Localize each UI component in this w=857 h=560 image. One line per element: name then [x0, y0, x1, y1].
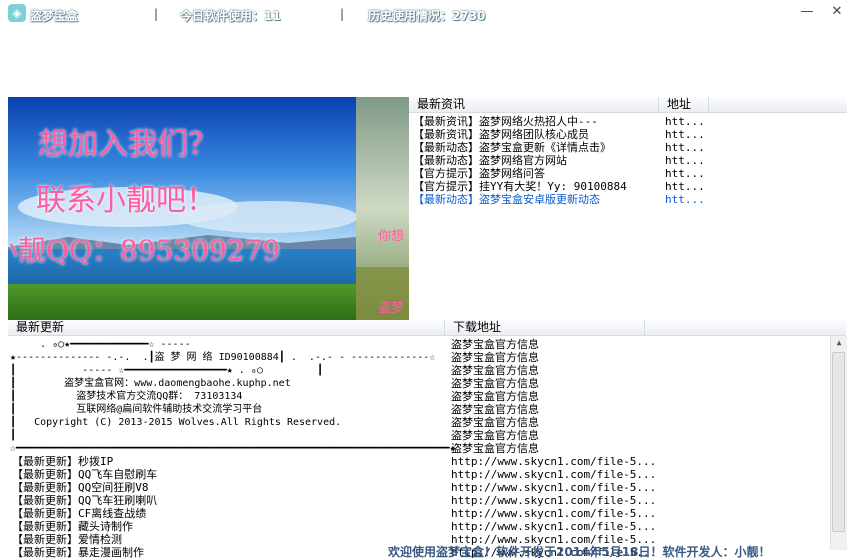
news-row-title[interactable]: 【官方提示】盗梦网络问答	[413, 167, 545, 180]
banner-art-line: ┃ 盗梦宝盒官网：www.daomengbaohe.kuphp.net	[10, 378, 291, 389]
banner2-text: 你想	[378, 229, 405, 244]
update-row-url[interactable]: http://www.skycn1.com/file-5...	[451, 455, 656, 468]
news-row-title[interactable]: 【最新资讯】盗梦网络火热招人中---	[413, 115, 598, 128]
news-row-addr[interactable]: htt...	[665, 141, 705, 154]
news-row-title[interactable]: 【官方提示】挂YY有大奖！Yy: 90100884	[413, 180, 627, 193]
update-row-title[interactable]: 【最新更新】CF离线查战绩	[12, 507, 146, 520]
news-list-header: 最新资讯 地址	[409, 97, 847, 113]
banner-text-line1: 想加入我们？	[38, 127, 218, 162]
art-link[interactable]: 盗梦宝盒官方信息	[451, 351, 539, 364]
updates-col-url[interactable]: 下载地址	[445, 320, 645, 335]
updates-list-header: 最新更新 下载地址	[8, 320, 846, 336]
art-link[interactable]: 盗梦宝盒官方信息	[451, 429, 539, 442]
art-link[interactable]: 盗梦宝盒官方信息	[451, 403, 539, 416]
banner-art-line: . ₀○★━━━━━━━━━━━━━☆ -----	[10, 339, 191, 350]
news-list[interactable]: 最新资讯 地址 【最新资讯】盗梦网络火热招人中--- htt... 【最新资讯】盗梦…	[409, 97, 847, 320]
update-row-url[interactable]: http://www.skycn1.com/file-5...	[451, 481, 656, 494]
news-row-addr[interactable]: htt...	[665, 128, 705, 141]
title-separator-2: |	[340, 7, 345, 21]
art-link[interactable]: 盗梦宝盒官方信息	[451, 442, 539, 455]
news-row-addr[interactable]: htt...	[665, 180, 705, 193]
news-row-addr[interactable]: htt...	[665, 154, 705, 167]
banner-art-line: ┃ 互联网络@扁间软件辅助技术交流学习平台	[10, 404, 263, 415]
banner2-graphic	[356, 97, 409, 320]
art-link[interactable]: 盗梦宝盒官方信息	[451, 364, 539, 377]
update-row-url[interactable]: http://www.skycn1.com/file-5...	[451, 494, 656, 507]
news-row-addr[interactable]: htt...	[665, 167, 705, 180]
art-link[interactable]: 盗梦宝盒官方信息	[451, 338, 539, 351]
banner-art-line: ┃ ----- ☆━━━━━━━━━━━━━━━━━★ . ₀○ ┃	[10, 365, 324, 376]
scroll-up-icon[interactable]: ▲	[831, 336, 847, 350]
scroll-thumb[interactable]	[832, 352, 845, 532]
news-col-title[interactable]: 最新资讯	[409, 97, 659, 112]
updates-scrollbar[interactable]: ▲	[830, 336, 847, 550]
title-bar: ◈ 盗梦宝盒 | 今日软件使用：11 | 历史使用情况：2730 — ✕	[0, 0, 857, 28]
update-row-title[interactable]: 【最新更新】爱情检测	[12, 533, 122, 546]
update-row-title[interactable]: 【最新更新】QQ飞车狂刷喇叭	[12, 494, 157, 507]
banner-art-line: ┃ 盗梦技术官方交流QQ群： 73103134	[10, 391, 243, 402]
art-link[interactable]: 盗梦宝盒官方信息	[451, 390, 539, 403]
banner2-text-2: 盗梦	[378, 301, 405, 316]
news-row-title[interactable]: 【最新资讯】盗梦网络团队核心成员	[413, 128, 589, 141]
news-row-addr[interactable]: htt...	[665, 193, 705, 206]
minimize-button[interactable]: —	[796, 2, 818, 22]
art-link[interactable]: 盗梦宝盒官方信息	[451, 377, 539, 390]
news-row-title[interactable]: 【最新动态】盗梦宝盒更新《详情点击》	[413, 141, 611, 154]
banner-art-line: ┃ Copyright (C) 2013-2015 Wolves.All Rig…	[10, 417, 342, 428]
close-button[interactable]: ✕	[826, 2, 848, 22]
banner-image[interactable]: 想加入我们？ 联系小靓吧！ 小靓QQ：895309279	[8, 97, 356, 320]
app-title: 盗梦宝盒	[30, 9, 79, 23]
art-link[interactable]: 盗梦宝盒官方信息	[451, 416, 539, 429]
footer-text: 欢迎使用盗梦宝盒！软件开发于2014年5月18日！软件开发人：小靓！	[388, 545, 771, 559]
update-row-url[interactable]: http://www.skycn1.com/file-5...	[451, 507, 656, 520]
update-row-url[interactable]: http://www.skycn1.com/file-5...	[451, 520, 656, 533]
banner-art-line: ┃	[10, 430, 17, 441]
banner-text-line2: 联系小靓吧！	[36, 183, 216, 218]
history-usage: 历史使用情况：2730	[368, 9, 486, 23]
update-row-title[interactable]: 【最新更新】QQ飞车自慰刷车	[12, 468, 157, 481]
update-row-title[interactable]: 【最新更新】秒拨IP	[12, 455, 113, 468]
news-row-title[interactable]: 【最新动态】盗梦宝盒安卓版更新动态	[413, 193, 600, 206]
title-separator: |	[154, 7, 159, 21]
banner-art-line: ☆━━━━━━━━━━━━━━━━━━━━━━━━━━━━━━━━━━━━━━━…	[10, 443, 456, 454]
updates-list[interactable]: 最新更新 下载地址 . ₀○★━━━━━━━━━━━━━☆ ----- 盗梦宝盒官…	[8, 320, 847, 559]
update-row-title[interactable]: 【最新更新】暴走漫画制作	[12, 546, 144, 559]
update-row-url[interactable]: http://www.skycn1.com/file-5...	[451, 468, 656, 481]
news-row-addr[interactable]: htt...	[665, 115, 705, 128]
update-row-title[interactable]: 【最新更新】QQ空间狂刷V8	[12, 481, 149, 494]
update-row-title[interactable]: 【最新更新】藏头诗制作	[12, 520, 133, 533]
app-logo-icon: ◈	[8, 4, 26, 22]
today-usage: 今日软件使用：11	[180, 9, 281, 23]
news-col-addr[interactable]: 地址	[659, 97, 709, 112]
banner-image-2[interactable]: 你想 盗梦	[356, 97, 409, 320]
banner-art-line: ★-------------- -.-. .┃盗 梦 网 络 ID9010088…	[10, 352, 436, 363]
updates-col-title[interactable]: 最新更新	[8, 320, 445, 335]
news-row-title[interactable]: 【最新动态】盗梦网络官方网站	[413, 154, 567, 167]
banner-text-line3: 小靓QQ：895309279	[8, 234, 281, 267]
